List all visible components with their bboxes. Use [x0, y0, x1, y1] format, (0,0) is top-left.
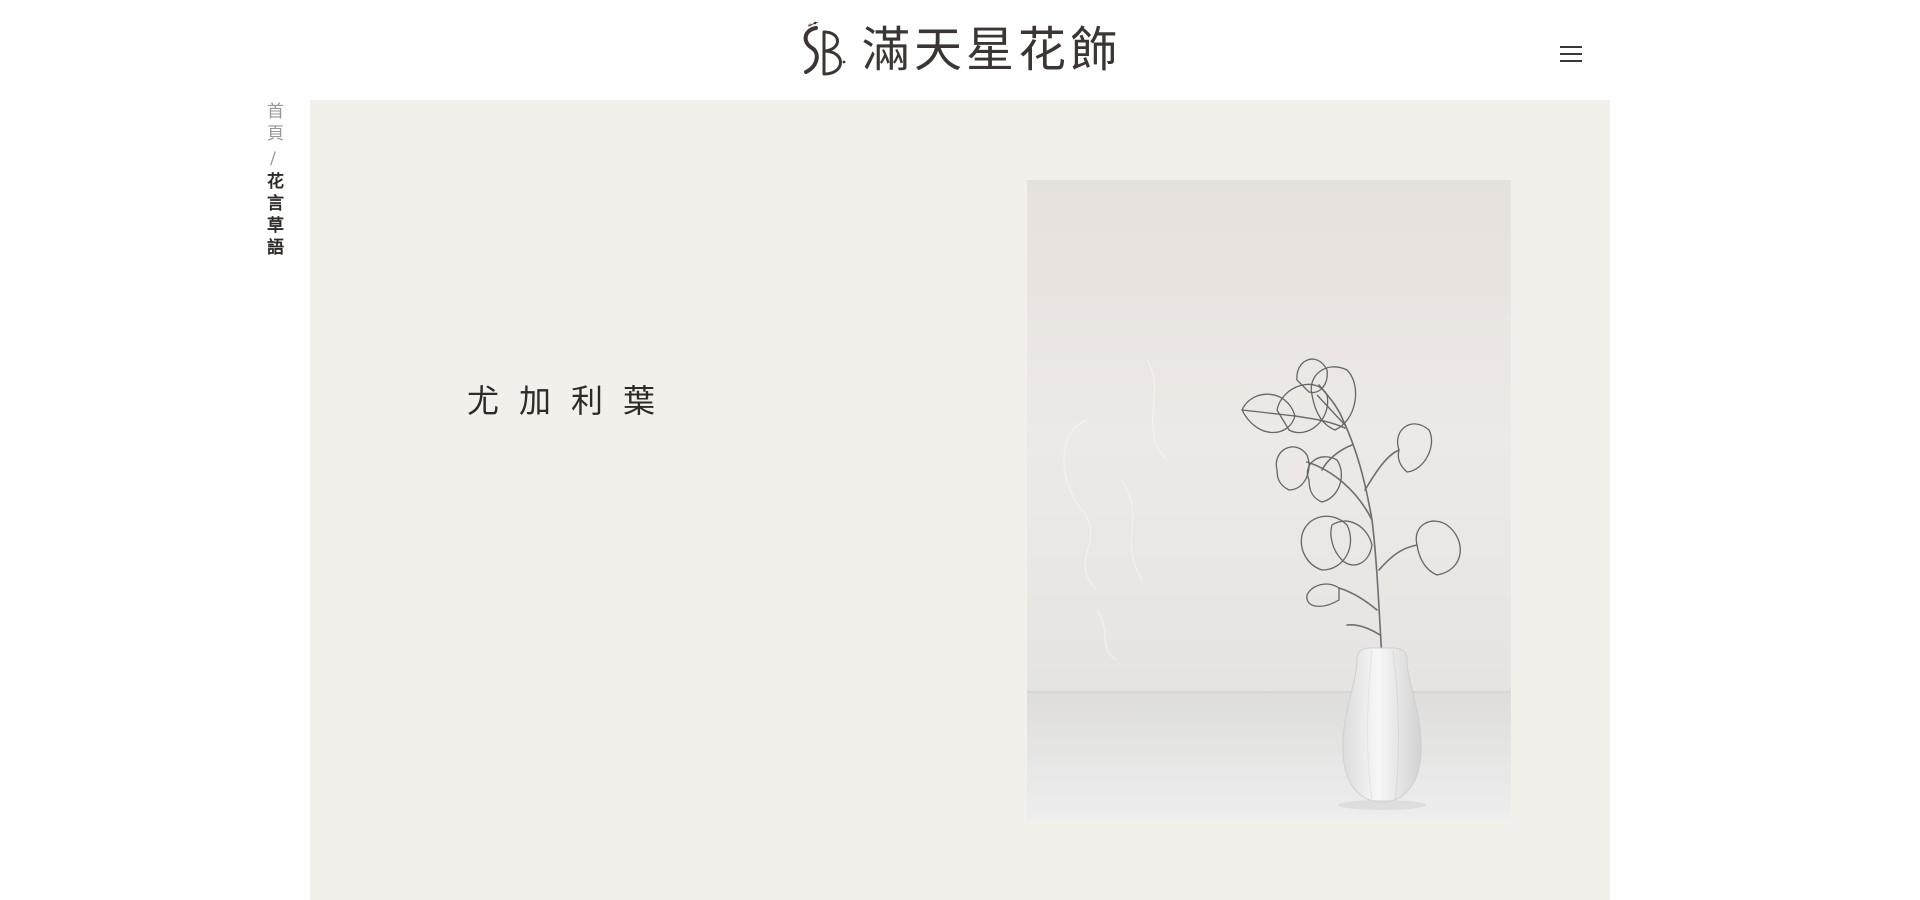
page-title: 尤加利葉: [467, 382, 676, 420]
site-logo[interactable]: 滿天星花飾: [794, 20, 1122, 80]
breadcrumb-separator: /: [270, 149, 276, 169]
breadcrumb: 首頁 / 花言草語: [262, 102, 284, 260]
breadcrumb-home-link[interactable]: 首頁: [260, 102, 286, 146]
hamburger-menu-icon[interactable]: [1560, 44, 1584, 64]
logo-wordmark: 滿天星花飾: [862, 22, 1123, 78]
sb-monogram-icon: [803, 21, 846, 76]
hero-panel: 尤加利葉: [310, 100, 1610, 900]
eucalyptus-vase-illustration: [1027, 180, 1511, 820]
breadcrumb-current-page: 花言草語: [263, 172, 283, 260]
site-header: 滿天星花飾: [0, 0, 1920, 100]
